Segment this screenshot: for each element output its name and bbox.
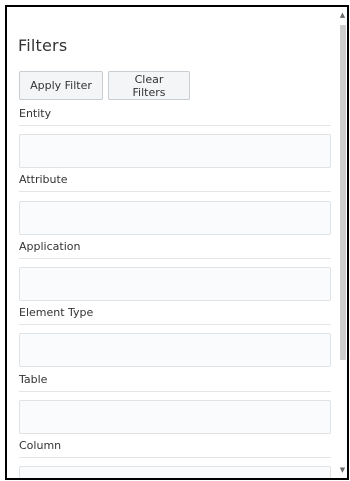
column-input[interactable] <box>19 466 331 478</box>
filters-panel: Filters Apply Filter Clear Filters Entit… <box>7 7 339 478</box>
attribute-label: Attribute <box>19 172 331 192</box>
scroll-thumb[interactable] <box>340 25 346 360</box>
table-label: Table <box>19 372 331 392</box>
clear-filters-button[interactable]: Clear Filters <box>108 71 190 100</box>
scroll-down-icon[interactable]: ▼ <box>339 467 346 474</box>
element-type-input[interactable] <box>19 333 331 367</box>
apply-filter-button[interactable]: Apply Filter <box>19 71 103 100</box>
filters-window: Filters Apply Filter Clear Filters Entit… <box>5 5 349 480</box>
application-input[interactable] <box>19 267 331 301</box>
element-type-label: Element Type <box>19 305 331 325</box>
entity-input[interactable] <box>19 134 331 168</box>
scroll-up-icon[interactable]: ▲ <box>339 12 346 19</box>
vertical-scrollbar[interactable]: ▲ ▼ <box>338 7 347 478</box>
application-label: Application <box>19 239 331 259</box>
column-label: Column <box>19 438 331 458</box>
filter-actions: Apply Filter Clear Filters <box>19 71 190 100</box>
attribute-input[interactable] <box>19 201 331 235</box>
entity-label: Entity <box>19 106 331 126</box>
table-input[interactable] <box>19 400 331 434</box>
panel-title: Filters <box>18 36 68 55</box>
